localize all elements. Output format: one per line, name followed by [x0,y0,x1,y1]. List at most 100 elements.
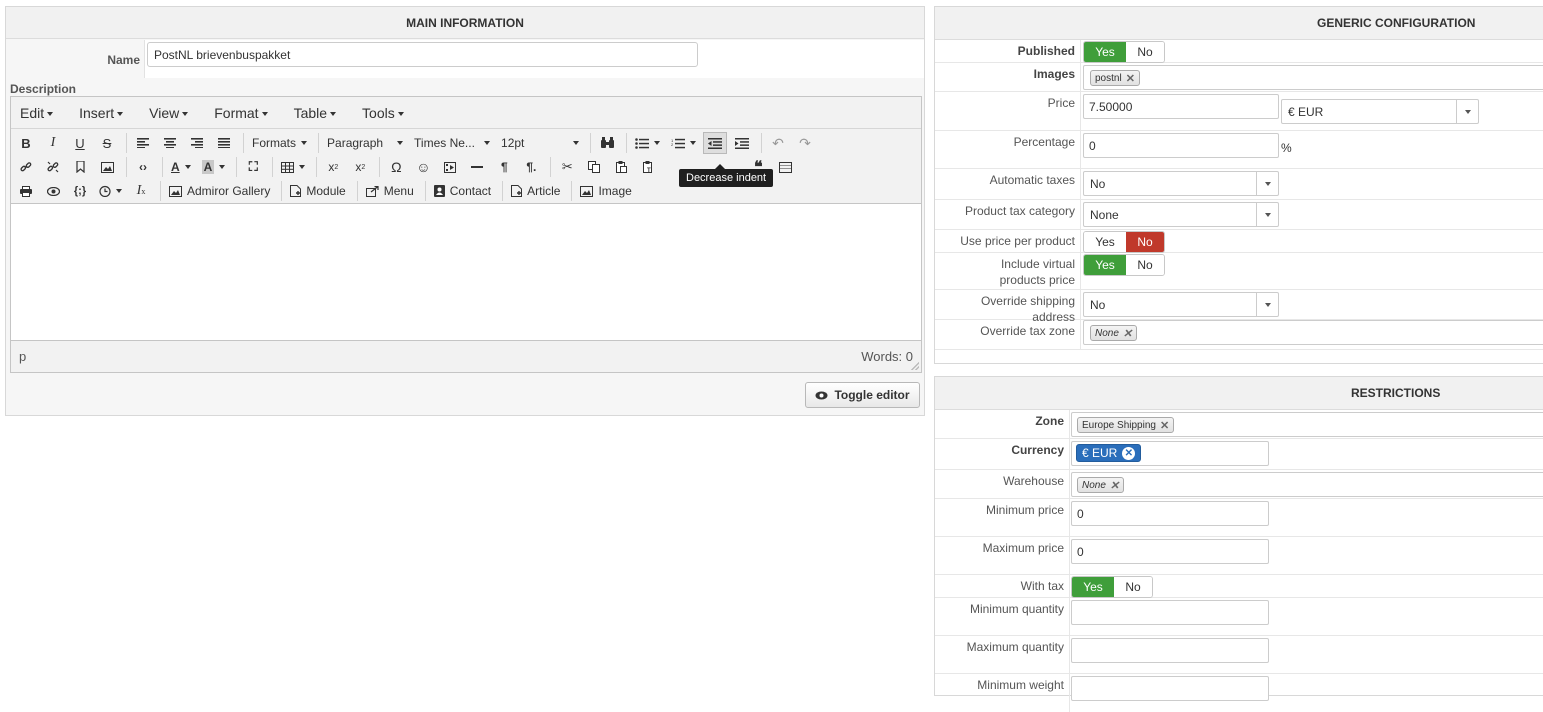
override-shipping-select[interactable]: No [1083,292,1279,317]
minimum-quantity-input[interactable] [1071,600,1269,625]
fullscreen-icon[interactable]: ⛶ [241,156,265,178]
use-price-per-product-yes[interactable]: Yes [1084,232,1126,252]
paste-icon[interactable] [609,156,633,178]
formats-dropdown[interactable]: Formats [248,132,311,154]
numbered-list-icon[interactable]: 12 [667,132,700,154]
maximum-price-input[interactable]: 0 [1071,539,1269,564]
horizontal-rule-icon[interactable] [465,156,489,178]
italic-button[interactable]: I [41,132,65,154]
percentage-input[interactable]: 0 [1083,133,1279,158]
maximum-quantity-row: Maximum quantity [935,636,1543,674]
strikethrough-button[interactable]: S [95,132,119,154]
cut-icon[interactable]: ✂ [555,156,579,178]
with-tax-yes[interactable]: Yes [1072,577,1114,597]
toggle-editor-button[interactable]: Toggle editor [805,382,920,408]
editor-content-area[interactable] [11,204,921,340]
paste-text-icon[interactable]: T [636,156,660,178]
clear-formatting-icon[interactable]: Ix [129,180,153,202]
editor-statusbar: p Words: 0 [11,340,921,372]
contact-button[interactable]: Contact [430,180,495,202]
code-sample-icon[interactable]: {;} [68,180,92,202]
source-code-icon[interactable]: ‹› [131,156,155,178]
font-family-dropdown[interactable]: Times Ne... [410,132,494,154]
nonbreaking-pilcrow-icon[interactable]: ¶ [492,156,516,178]
remove-tag-icon[interactable]: ✕ [1123,327,1132,340]
module-button[interactable]: Module [286,180,349,202]
published-yes[interactable]: Yes [1084,42,1126,62]
decrease-indent-icon[interactable] [703,132,728,154]
find-replace-icon[interactable] [595,132,619,154]
menu-insert[interactable]: Insert [75,105,127,121]
eye-icon [815,391,828,399]
override-tax-zone-input[interactable]: None ✕ [1083,320,1543,345]
images-tag-input[interactable]: postnl ✕ [1083,65,1543,90]
bullet-list-icon[interactable] [631,132,664,154]
override-tax-zone-row: Override tax zone None ✕ [935,320,1543,350]
include-virtual-yes[interactable]: Yes [1084,255,1126,275]
product-tax-category-select[interactable]: None [1083,202,1279,227]
background-color-icon[interactable]: A [198,156,230,178]
redo-icon[interactable]: ↷ [793,132,817,154]
remove-tag-icon[interactable]: ✕ [1110,479,1119,492]
maximum-quantity-input[interactable] [1071,638,1269,663]
price-row: Price 7.50000 € EUR [935,92,1543,131]
copy-icon[interactable] [582,156,606,178]
show-blocks-icon[interactable]: ¶. [519,156,543,178]
link-icon[interactable] [14,156,38,178]
underline-button[interactable]: U [68,132,92,154]
element-path[interactable]: p [19,349,26,364]
increase-indent-icon[interactable] [730,132,754,154]
bold-button[interactable]: B [14,132,38,154]
unlink-icon[interactable] [41,156,65,178]
menu-edit[interactable]: Edit [16,105,57,121]
use-price-per-product-no[interactable]: No [1126,232,1164,252]
superscript-icon[interactable]: x2 [348,156,372,178]
paragraph-dropdown[interactable]: Paragraph [323,132,407,154]
menu-format[interactable]: Format [210,105,271,121]
insert-image-icon[interactable] [95,156,119,178]
table-icon[interactable] [277,156,309,178]
align-right-icon[interactable] [185,132,209,154]
special-character-icon[interactable]: Ω [384,156,408,178]
resize-handle[interactable] [911,362,919,370]
with-tax-no[interactable]: No [1114,577,1152,597]
published-no[interactable]: No [1126,42,1164,62]
minimum-price-input[interactable]: 0 [1071,501,1269,526]
media-icon[interactable] [438,156,462,178]
automatic-taxes-select[interactable]: No [1083,171,1279,196]
align-left-icon[interactable] [131,132,155,154]
minimum-weight-row: Minimum weight [935,674,1543,712]
remove-tag-icon[interactable]: ✕ [1122,446,1136,460]
menu-view[interactable]: View [145,105,192,121]
text-color-icon[interactable]: A [167,156,195,178]
emoticons-icon[interactable]: ☺ [411,156,435,178]
preview-eye-icon[interactable] [41,180,65,202]
currency-select[interactable]: € EUR [1281,99,1479,124]
print-icon[interactable] [14,180,38,202]
anchor-bookmark-icon[interactable] [68,156,92,178]
menu-table[interactable]: Table [290,105,340,121]
warehouse-tag-input[interactable]: None ✕ [1071,472,1543,497]
minimum-weight-input[interactable] [1071,676,1269,701]
zone-tag-input[interactable]: Europe Shipping ✕ [1071,412,1543,437]
menu-tools[interactable]: Tools [358,105,408,121]
subscript-icon[interactable]: x2 [321,156,345,178]
template-icon[interactable] [773,156,797,178]
remove-tag-icon[interactable]: ✕ [1160,419,1169,432]
article-button[interactable]: Article [507,180,564,202]
font-size-dropdown[interactable]: 12pt [497,132,583,154]
align-center-icon[interactable] [158,132,182,154]
include-virtual-no[interactable]: No [1126,255,1164,275]
currency-tag-input[interactable]: € EUR ✕ [1071,441,1269,466]
menu-button[interactable]: Menu [362,180,418,202]
name-input[interactable] [147,42,698,67]
image-button[interactable]: Image [576,180,635,202]
price-input[interactable]: 7.50000 [1083,94,1279,119]
use-price-per-product-row: Use price per product Yes No [935,230,1543,253]
insert-datetime-icon[interactable] [95,180,126,202]
admiror-gallery-button[interactable]: Admiror Gallery [165,180,274,202]
align-justify-icon[interactable] [212,132,236,154]
undo-icon[interactable]: ↶ [766,132,790,154]
remove-tag-icon[interactable]: ✕ [1126,72,1135,85]
images-row: Images postnl ✕ [935,63,1543,92]
